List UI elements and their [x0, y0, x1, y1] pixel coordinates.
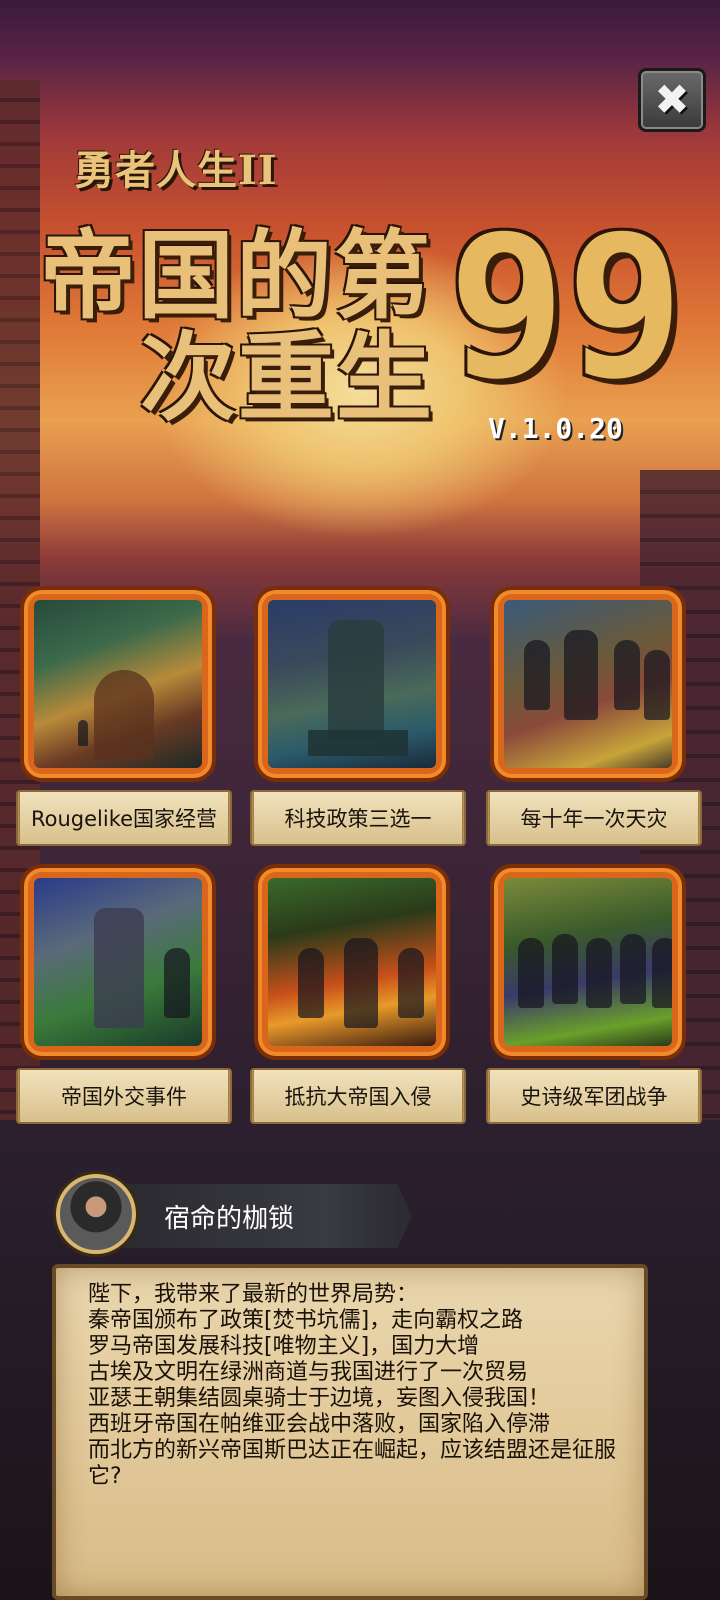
knights-battle-illustration: [504, 600, 672, 768]
feature-frame: [254, 864, 450, 1060]
feature-card-resist[interactable]: 抵抗大帝国入侵: [250, 864, 466, 1130]
feature-label: 科技政策三选一: [250, 790, 466, 846]
feature-frame: [490, 586, 686, 782]
feature-frame: [490, 864, 686, 1060]
feature-card-rogue[interactable]: Rougelike国家经营: [16, 586, 232, 852]
dialog-line: 罗马帝国发展科技[唯物主义]，国力大增: [88, 1334, 480, 1359]
game-title-number: 99: [448, 194, 685, 422]
close-icon: ✖: [654, 75, 690, 124]
version-label: V.1.0.20: [488, 412, 623, 445]
dialog-line: 而北方的新兴帝国斯巴达正在崛起，应该结盟还是征服它?: [88, 1438, 617, 1489]
game-subtitle: 勇者人生II: [74, 147, 278, 194]
feature-label: Rougelike国家经营: [16, 790, 232, 846]
feature-card-diplomacy[interactable]: 帝国外交事件: [16, 864, 232, 1130]
dialog-line: 西班牙帝国在帕维亚会战中落败，国家陷入停滞: [88, 1412, 551, 1437]
feature-label: 抵抗大帝国入侵: [250, 1068, 466, 1124]
feature-label: 每十年一次天灾: [486, 790, 702, 846]
burning-street-illustration: [268, 878, 436, 1046]
knight-warrior-illustration: [34, 878, 202, 1046]
speaker-name: 宿命的枷锁: [164, 1204, 295, 1234]
dialog-text: 陛下，我带来了最新的世界局势： 秦帝国颁布了政策[焚书坑儒]，走向霸权之路 罗马…: [88, 1282, 628, 1490]
statue-illustration: [268, 600, 436, 768]
speaker-avatar: [56, 1174, 136, 1254]
feature-card-war[interactable]: 史诗级军团战争: [486, 864, 702, 1130]
feature-card-disaster[interactable]: 每十年一次天灾: [486, 586, 702, 852]
feature-card-tech[interactable]: 科技政策三选一: [250, 586, 466, 852]
dialog-line: 陛下，我带来了最新的世界局势：: [88, 1282, 419, 1307]
army-march-illustration: [504, 878, 672, 1046]
game-title-line2: 次重生: [140, 322, 434, 434]
feature-label: 帝国外交事件: [16, 1068, 232, 1124]
feature-frame: [20, 864, 216, 1060]
dialog-line: 亚瑟王朝集结圆桌骑士于边境，妄图入侵我国！: [88, 1386, 551, 1411]
feature-frame: [254, 586, 450, 782]
close-button[interactable]: ✖: [638, 68, 706, 132]
dialog-box[interactable]: 陛下，我带来了最新的世界局势： 秦帝国颁布了政策[焚书坑儒]，走向霸权之路 罗马…: [52, 1264, 648, 1600]
feature-frame: [20, 586, 216, 782]
dialog-line: 秦帝国颁布了政策[焚书坑儒]，走向霸权之路: [88, 1308, 524, 1333]
dialog-line: 古埃及文明在绿洲商道与我国进行了一次贸易: [88, 1360, 529, 1385]
feature-label: 史诗级军团战争: [486, 1068, 702, 1124]
town-illustration: [34, 600, 202, 768]
